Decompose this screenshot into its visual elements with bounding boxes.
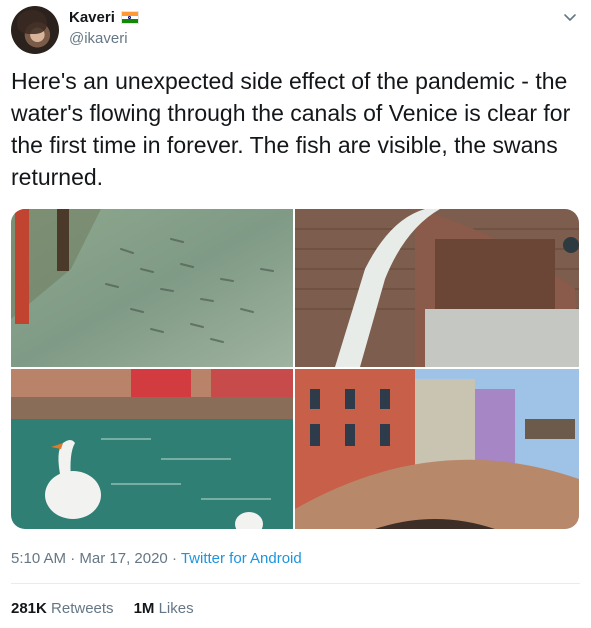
author-display-name[interactable]: Kaveri bbox=[69, 9, 115, 26]
author-handle[interactable]: @ikaveri bbox=[69, 30, 128, 47]
tweet-meta: 5:10 AM · Mar 17, 2020 · Twitter for And… bbox=[11, 550, 302, 567]
photo-canal-fish[interactable] bbox=[11, 209, 293, 367]
meta-separator: · bbox=[66, 550, 80, 567]
tweet-source-link[interactable]: Twitter for Android bbox=[181, 550, 302, 567]
avatar[interactable] bbox=[11, 6, 59, 54]
likes-label: Likes bbox=[158, 600, 194, 617]
photo-swan-canal[interactable] bbox=[11, 369, 293, 529]
photo-bridge-arch[interactable] bbox=[295, 209, 579, 367]
retweets-stat[interactable]: 281K Retweets bbox=[11, 600, 114, 617]
meta-separator: · bbox=[167, 550, 181, 567]
author-name-row: Kaveri bbox=[69, 9, 139, 26]
india-flag-icon bbox=[120, 11, 139, 24]
media-grid bbox=[11, 209, 579, 529]
retweets-count: 281K bbox=[11, 600, 47, 617]
chevron-down-icon[interactable] bbox=[563, 10, 577, 24]
tweet-time[interactable]: 5:10 AM bbox=[11, 550, 66, 567]
retweets-label: Retweets bbox=[51, 600, 114, 617]
tweet-text: Here's an unexpected side effect of the … bbox=[11, 68, 571, 190]
tweet-stats: 281K Retweets 1M Likes bbox=[11, 600, 194, 617]
likes-stat[interactable]: 1M Likes bbox=[134, 600, 194, 617]
divider bbox=[11, 583, 580, 584]
tweet-date[interactable]: Mar 17, 2020 bbox=[79, 550, 167, 567]
photo-venice-bridge[interactable] bbox=[295, 369, 579, 529]
tweet-card: Kaveri @ikaveri Here's an unexpected sid… bbox=[0, 0, 591, 628]
likes-count: 1M bbox=[133, 600, 155, 617]
